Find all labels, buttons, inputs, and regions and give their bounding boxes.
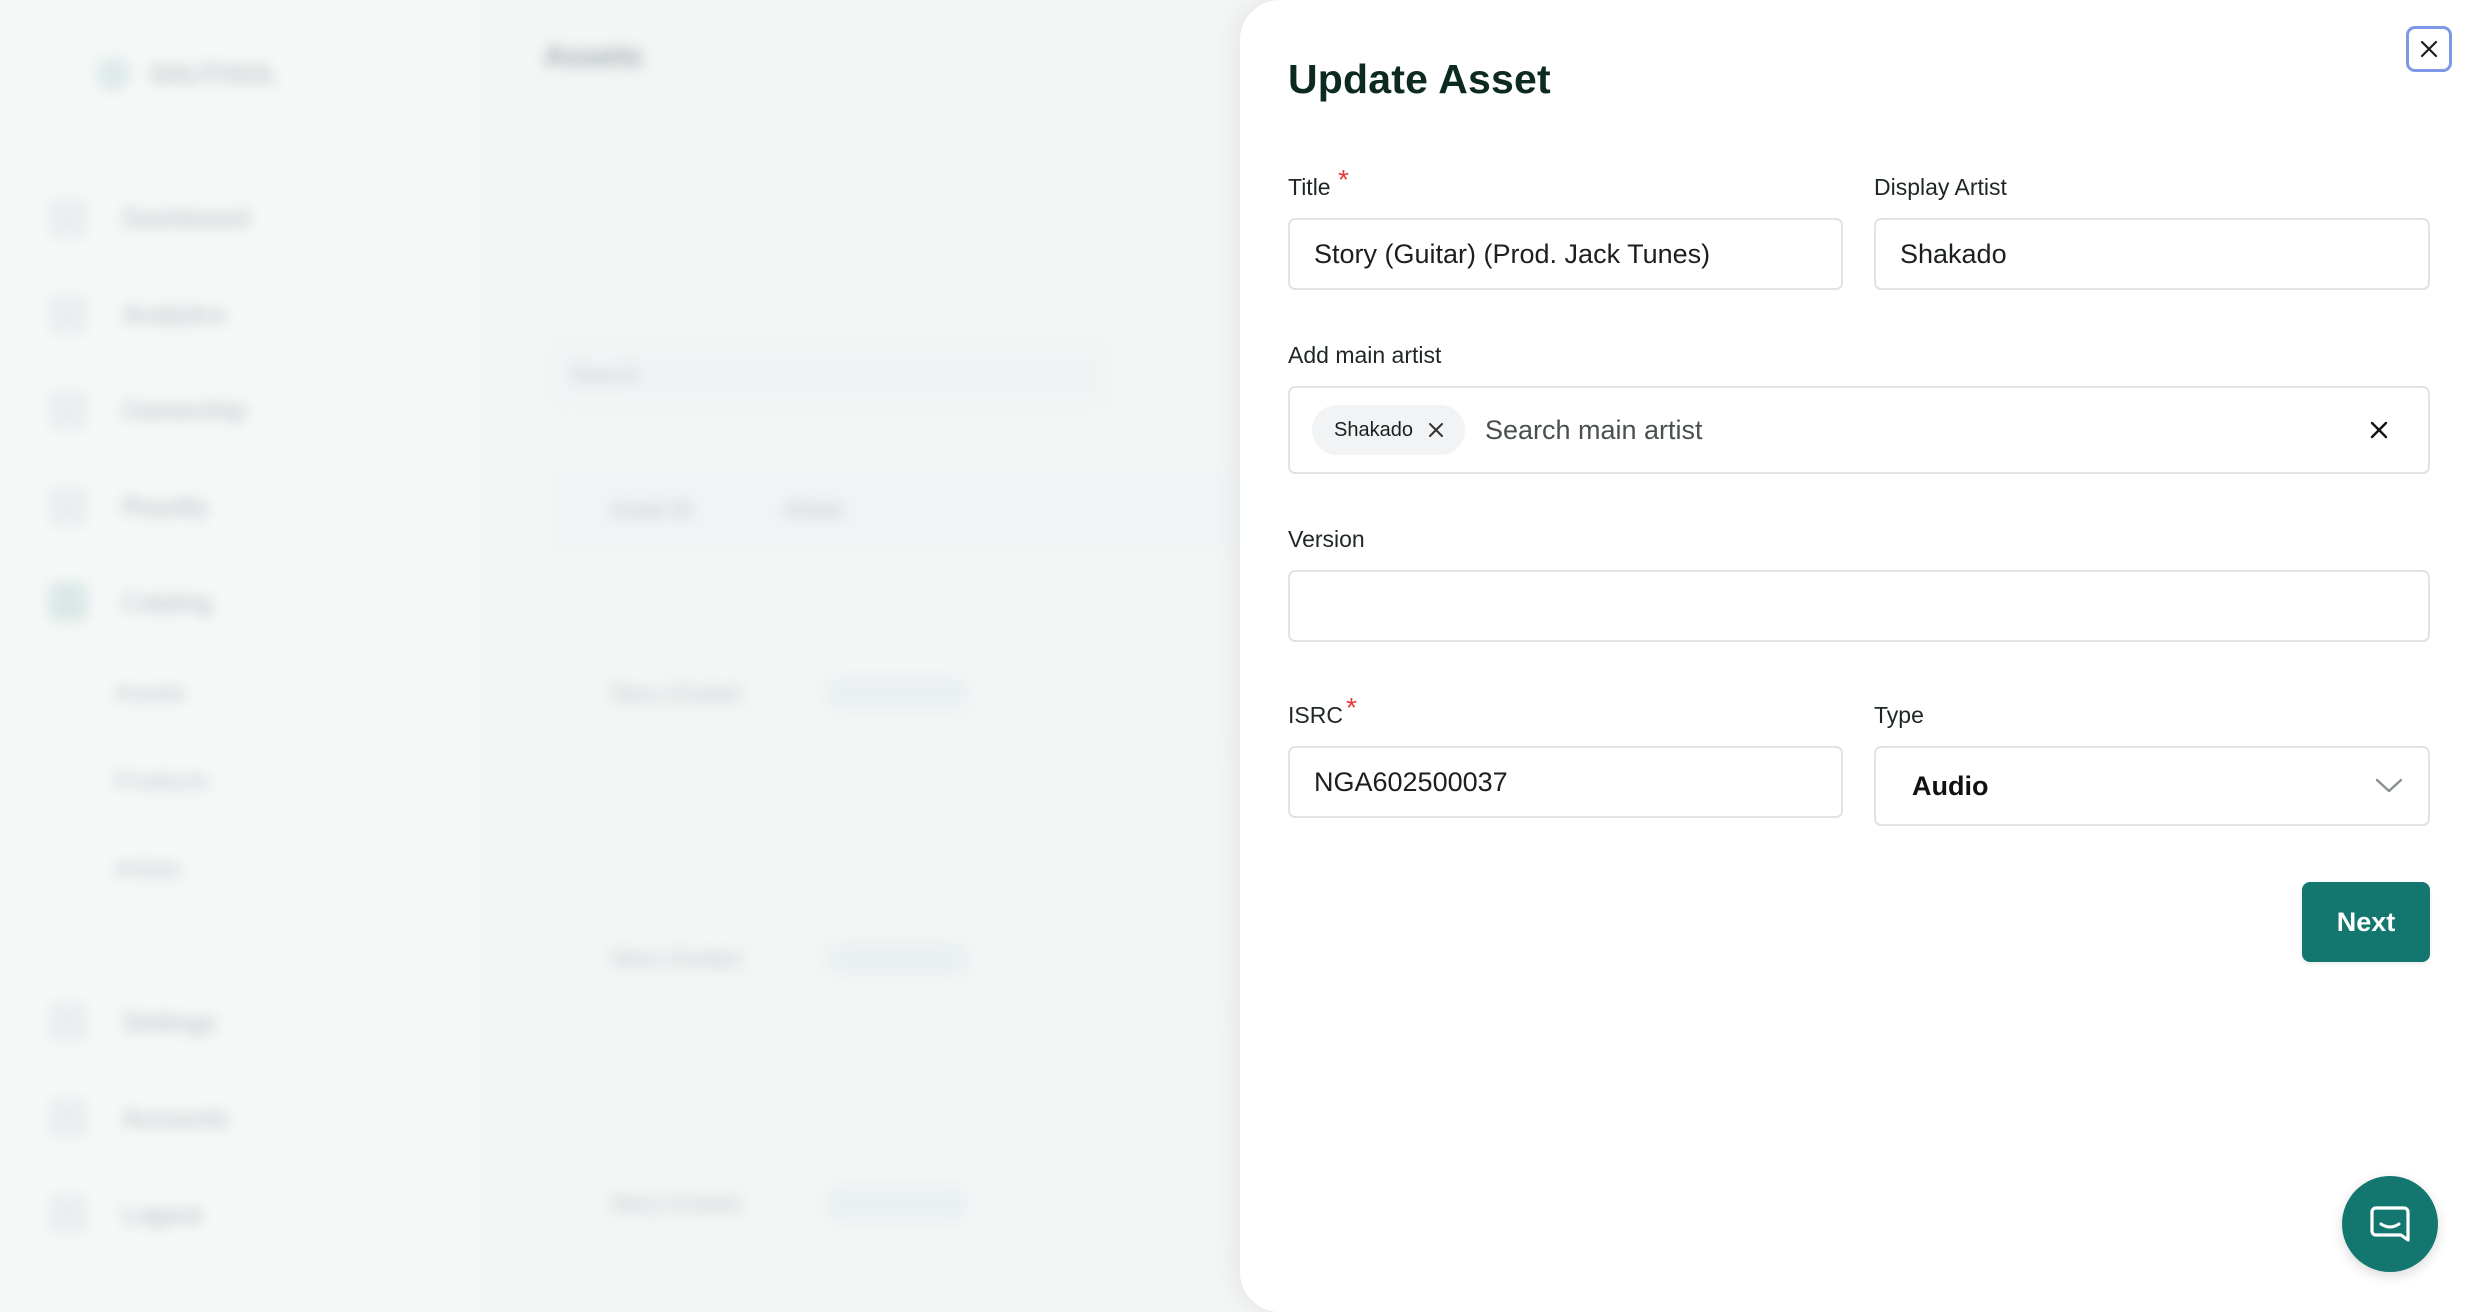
type-select[interactable]: Audio xyxy=(1874,746,2430,826)
sidebar-item-dashboard: Dashboard xyxy=(48,170,468,266)
org-switcher: SAUTISOL xyxy=(95,56,278,92)
sidebar-subitem-assets: Assets xyxy=(114,680,187,707)
close-icon xyxy=(2420,40,2438,58)
type-selected-value: Audio xyxy=(1912,770,1989,801)
next-button[interactable]: Next xyxy=(2302,882,2430,962)
sidebar-item-catalog: Catalog xyxy=(48,554,468,650)
type-label: Type xyxy=(1874,702,1924,728)
display-artist-input[interactable] xyxy=(1900,238,2428,270)
sidebar-subitem-artists: Artists xyxy=(114,856,181,883)
main-artist-search-input[interactable] xyxy=(1484,414,2428,446)
version-input[interactable] xyxy=(1314,590,2428,622)
ownership-icon xyxy=(48,390,88,430)
sidebar-item-analytics: Analytics xyxy=(48,266,468,362)
background-app: SAUTISOL Dashboard Analytics Ownership R… xyxy=(0,0,1240,1312)
table-row: Story (Guitar) xyxy=(550,1150,1240,1260)
version-label: Version xyxy=(1288,526,1365,552)
table-row: Story (Guitar) xyxy=(550,905,1240,1015)
artist-chip: Shakado xyxy=(1312,405,1465,455)
table-header: Asset ID Artists xyxy=(550,470,1240,550)
dashboard-icon xyxy=(48,198,88,238)
accounts-icon xyxy=(48,1098,88,1138)
title-input[interactable] xyxy=(1314,238,1841,270)
table-row: Story (Guitar) xyxy=(550,640,1240,750)
org-name: SAUTISOL xyxy=(149,58,278,89)
version-field[interactable] xyxy=(1288,570,2430,642)
chat-icon xyxy=(2370,1206,2410,1242)
required-marker: * xyxy=(1346,692,1357,723)
x-icon xyxy=(1428,423,1443,437)
sidebar-item-accounts: Accounts xyxy=(48,1070,468,1166)
remove-chip-button[interactable] xyxy=(1427,421,1445,439)
chevron-down-icon xyxy=(2375,778,2403,793)
isrc-label: ISRC xyxy=(1288,702,1343,728)
org-logo xyxy=(95,56,131,92)
title-label: Title xyxy=(1288,174,1331,200)
sidebar-item-ownership: Ownership xyxy=(48,362,468,458)
required-marker: * xyxy=(1338,164,1349,195)
isrc-input[interactable] xyxy=(1314,766,1841,798)
main-content: Assets Search Asset ID Artists Story (Gu… xyxy=(520,0,1240,1312)
title-field[interactable] xyxy=(1288,218,1843,290)
x-icon xyxy=(2370,421,2388,439)
sidebar: SAUTISOL Dashboard Analytics Ownership R… xyxy=(0,0,482,1312)
analytics-icon xyxy=(48,294,88,334)
close-button[interactable] xyxy=(2406,26,2452,72)
chat-launcher-button[interactable] xyxy=(2342,1176,2438,1272)
sidebar-nav: Dashboard Analytics Ownership Royalty Ca… xyxy=(48,170,468,1262)
sidebar-item-logout: Logout xyxy=(48,1166,468,1262)
sidebar-item-royalty: Royalty xyxy=(48,458,468,554)
display-artist-field[interactable] xyxy=(1874,218,2430,290)
update-asset-drawer: Update Asset Title * Display Artist Add … xyxy=(1240,0,2478,1312)
main-artist-multiselect[interactable]: Shakado xyxy=(1288,386,2430,474)
background-search: Search xyxy=(550,340,1110,410)
page-title: Assets xyxy=(544,40,643,73)
clear-artists-button[interactable] xyxy=(2368,419,2390,441)
artist-chip-label: Shakado xyxy=(1334,418,1413,441)
royalty-icon xyxy=(48,486,88,526)
catalog-icon xyxy=(48,582,88,622)
isrc-field[interactable] xyxy=(1288,746,1843,818)
logout-icon xyxy=(48,1194,88,1234)
sidebar-item-settings: Settings xyxy=(48,974,468,1070)
settings-icon xyxy=(48,1002,88,1042)
sidebar-subitem-products: Products xyxy=(114,768,209,795)
drawer-title: Update Asset xyxy=(1288,56,1551,102)
main-artist-label: Add main artist xyxy=(1288,342,1442,368)
display-artist-label: Display Artist xyxy=(1874,174,2007,200)
